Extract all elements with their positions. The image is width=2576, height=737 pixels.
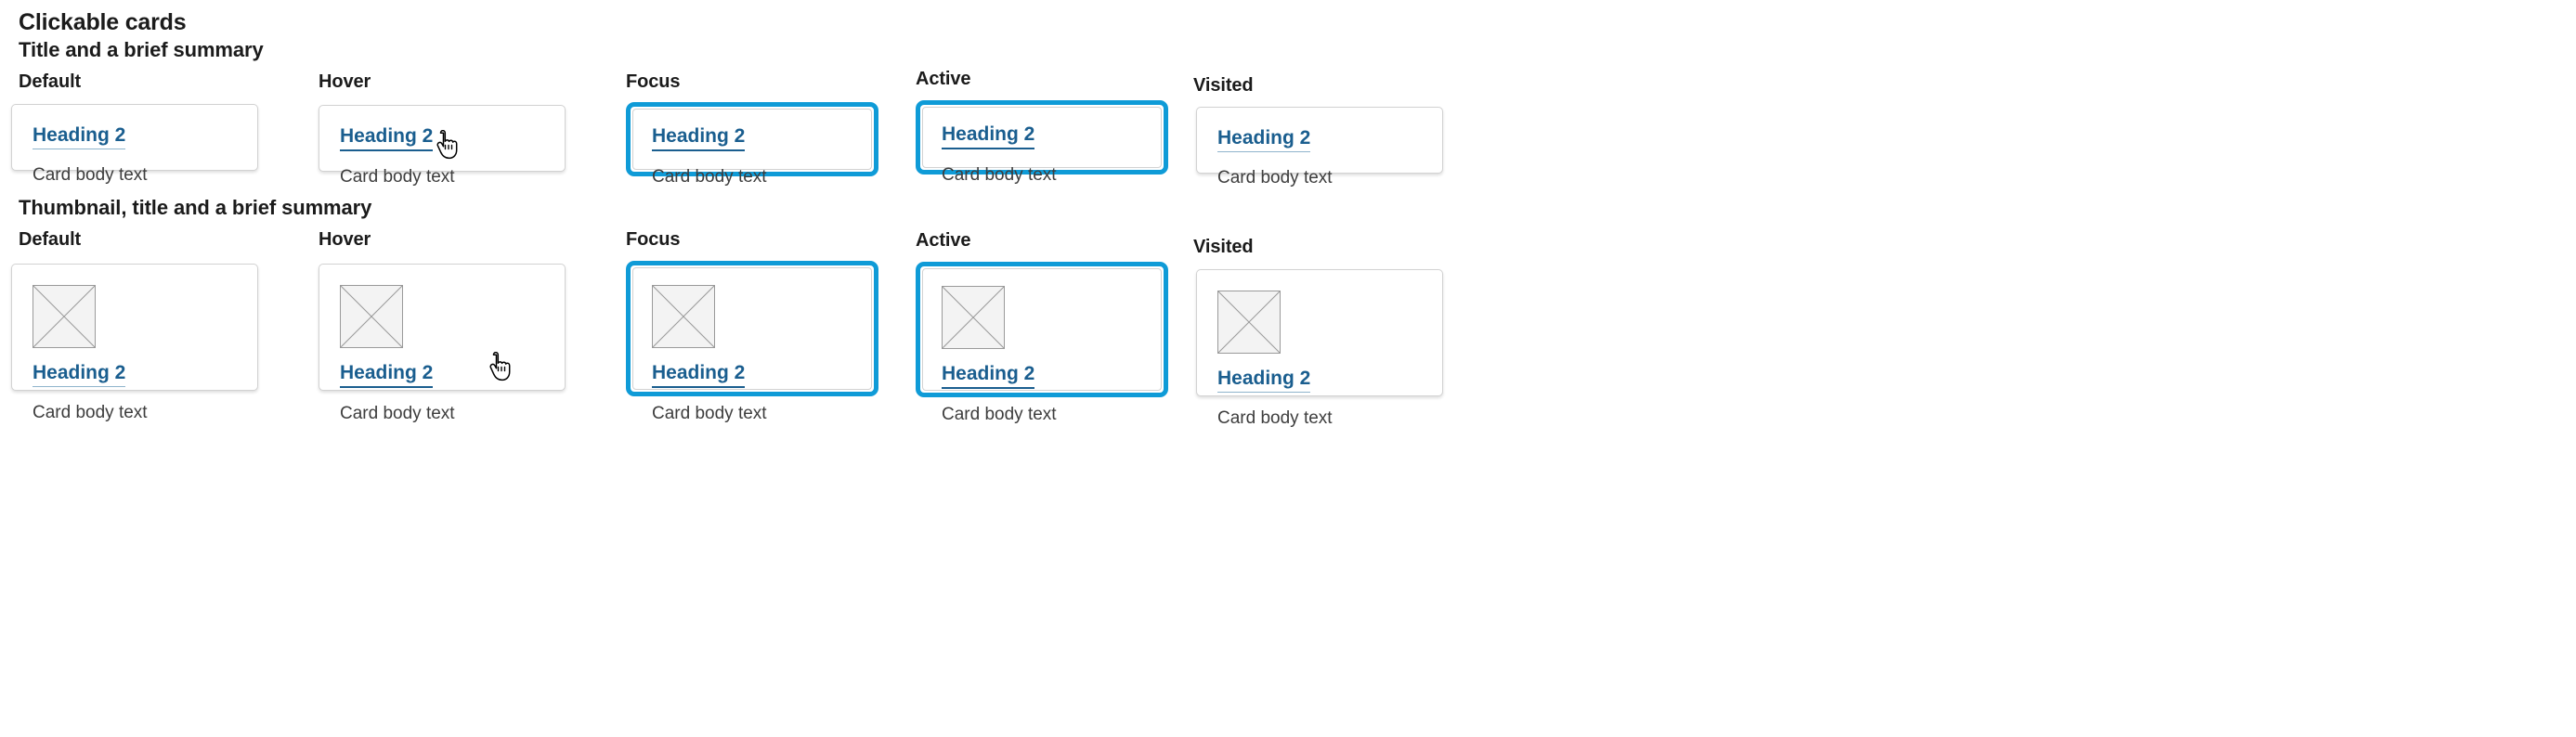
focus-ring: Heading 2 Card body text: [626, 102, 878, 187]
image-placeholder-icon: [1217, 291, 1281, 354]
card-surface[interactable]: Heading 2 Card body text: [922, 107, 1162, 185]
card-body-text: Card body text: [652, 404, 767, 424]
card-body-text: Card body text: [652, 167, 767, 187]
card-heading-link[interactable]: Heading 2: [652, 125, 746, 152]
card-surface[interactable]: Heading 2 Card body text: [1196, 107, 1443, 187]
clickable-cards-page: Clickable cards Title and a brief summar…: [0, 0, 2576, 737]
state-label-hover: Hover: [319, 71, 371, 92]
card-heading-link[interactable]: Heading 2: [1217, 127, 1311, 153]
card-focus[interactable]: Heading 2 Card body text: [626, 102, 878, 187]
card-surface[interactable]: Heading 2 Card body text: [922, 268, 1162, 424]
active-ring: Heading 2 Card body text: [916, 100, 1168, 185]
card-heading-link[interactable]: Heading 2: [1217, 368, 1311, 394]
card-surface[interactable]: Heading 2 Card body text: [632, 267, 872, 423]
state-label-visited-2: Visited: [1193, 237, 1254, 257]
thumbnail-card-visited[interactable]: Heading 2 Card body text: [1196, 269, 1443, 428]
active-ring: Heading 2 Card body text: [916, 262, 1168, 424]
card-heading-link[interactable]: Heading 2: [652, 362, 746, 389]
card-heading-link[interactable]: Heading 2: [942, 363, 1035, 390]
state-label-focus: Focus: [626, 71, 681, 92]
state-label-default-2: Default: [19, 229, 82, 250]
thumbnail-card-hover[interactable]: Heading 2 Card body text: [319, 264, 566, 423]
state-label-visited: Visited: [1193, 75, 1254, 96]
card-active[interactable]: Heading 2 Card body text: [916, 100, 1168, 185]
image-placeholder-icon: [942, 286, 1005, 349]
image-placeholder-icon: [340, 285, 403, 348]
state-label-focus-2: Focus: [626, 229, 681, 250]
card-surface[interactable]: Heading 2 Card body text: [319, 105, 566, 187]
image-placeholder-icon: [652, 285, 715, 348]
page-title: Clickable cards: [19, 9, 187, 35]
card-heading-link[interactable]: Heading 2: [33, 362, 126, 388]
card-body-text: Card body text: [340, 404, 455, 424]
image-placeholder-icon: [33, 285, 96, 348]
card-body-text: Card body text: [33, 165, 148, 186]
section-title-thumbnail-title-and-summary: Thumbnail, title and a brief summary: [19, 196, 372, 219]
card-heading-link[interactable]: Heading 2: [340, 125, 434, 152]
card-visited[interactable]: Heading 2 Card body text: [1196, 107, 1443, 187]
thumbnail-card-active[interactable]: Heading 2 Card body text: [916, 262, 1168, 424]
state-label-active: Active: [916, 69, 971, 89]
card-heading-link[interactable]: Heading 2: [340, 362, 434, 389]
state-label-hover-2: Hover: [319, 229, 371, 250]
card-heading-link[interactable]: Heading 2: [942, 123, 1035, 150]
card-surface[interactable]: Heading 2 Card body text: [319, 264, 566, 423]
focus-ring: Heading 2 Card body text: [626, 261, 878, 423]
card-default[interactable]: Heading 2 Card body text: [11, 104, 258, 185]
card-surface[interactable]: Heading 2 Card body text: [1196, 269, 1443, 428]
card-heading-link[interactable]: Heading 2: [33, 124, 126, 150]
section-title-title-and-summary: Title and a brief summary: [19, 38, 264, 61]
card-body-text: Card body text: [1217, 408, 1333, 429]
card-body-text: Card body text: [942, 165, 1057, 186]
card-surface[interactable]: Heading 2 Card body text: [632, 109, 872, 187]
thumbnail-card-default[interactable]: Heading 2 Card body text: [11, 264, 258, 422]
state-label-active-2: Active: [916, 230, 971, 251]
card-hover[interactable]: Heading 2 Card body text: [319, 105, 566, 187]
card-surface[interactable]: Heading 2 Card body text: [11, 104, 258, 185]
card-body-text: Card body text: [1217, 168, 1333, 188]
card-surface[interactable]: Heading 2 Card body text: [11, 264, 258, 422]
card-body-text: Card body text: [942, 405, 1057, 425]
state-label-default: Default: [19, 71, 82, 92]
card-body-text: Card body text: [33, 403, 148, 423]
card-body-text: Card body text: [340, 167, 455, 187]
thumbnail-card-focus[interactable]: Heading 2 Card body text: [626, 261, 878, 423]
